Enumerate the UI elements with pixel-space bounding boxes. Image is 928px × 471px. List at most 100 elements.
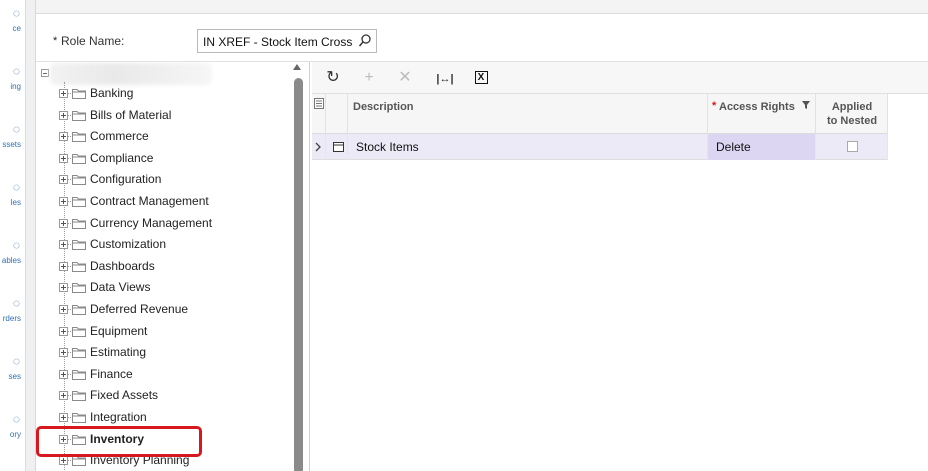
expand-node-toggle[interactable] <box>59 326 68 336</box>
nav-item-label: ssets <box>2 140 21 149</box>
description-column-header[interactable]: Description <box>348 94 708 134</box>
expand-node-toggle[interactable] <box>59 305 68 314</box>
tree-item-customization[interactable]: Customization <box>36 234 298 255</box>
applied-to-nested-cell[interactable] <box>816 134 888 160</box>
fit-width-icon: |↔| <box>436 73 454 85</box>
row-expand-cell[interactable] <box>312 134 326 160</box>
description-cell[interactable]: Stock Items <box>348 134 708 160</box>
role-name-field[interactable]: IN XREF - Stock Item Cross R <box>197 29 377 53</box>
nav-item-label: ses <box>8 372 21 381</box>
plus-icon: + <box>364 69 374 86</box>
tree-item-commerce[interactable]: Commerce <box>36 126 298 147</box>
tree-item-compliance[interactable]: Compliance <box>36 148 298 169</box>
collapse-root-toggle[interactable] <box>41 69 49 77</box>
receivables-icon: ◌ <box>12 238 20 252</box>
grid-toolbar: ↻ + ✕ |↔| X <box>312 62 928 94</box>
inventory-highlight-frame <box>36 426 202 457</box>
folder-icon <box>72 283 86 294</box>
expand-node-toggle[interactable] <box>59 132 68 142</box>
tree-item-contract-management[interactable]: Contract Management <box>36 191 298 212</box>
folder-icon <box>72 89 86 99</box>
nav-item-4[interactable]: ◌ ables <box>0 238 25 278</box>
expand-node-toggle[interactable] <box>59 456 68 466</box>
access-rights-column-header[interactable]: * Access Rights <box>708 94 816 134</box>
expand-node-toggle[interactable] <box>59 413 68 422</box>
tree-item-equipment[interactable]: Equipment <box>36 321 298 342</box>
role-access-screen: * Role Name: IN XREF - Stock Item Cross … <box>35 0 928 471</box>
nav-item-label: rders <box>2 314 21 323</box>
search-icon[interactable] <box>358 33 372 49</box>
scroll-thumb[interactable] <box>294 78 303 471</box>
expand-node-toggle[interactable] <box>59 197 68 206</box>
expand-node-toggle[interactable] <box>59 153 68 163</box>
folder-icon <box>72 197 86 207</box>
grid-settings-cell[interactable] <box>312 94 326 134</box>
fit-to-screen-button[interactable]: |↔| <box>434 68 456 88</box>
tree-item-label: Data Views <box>90 280 151 295</box>
role-name-value[interactable]: IN XREF - Stock Item Cross R <box>203 35 353 49</box>
table-row[interactable]: Stock Items Delete <box>312 134 888 160</box>
expand-node-toggle[interactable] <box>59 283 68 293</box>
folder-icon <box>72 261 86 272</box>
refresh-button[interactable]: ↻ <box>322 68 344 88</box>
nav-item-label: ing <box>10 82 21 91</box>
nav-item-7[interactable]: ◌ ory <box>0 412 25 452</box>
folder-icon <box>72 413 86 423</box>
tree-item-label: Commerce <box>90 129 149 144</box>
expand-node-toggle[interactable] <box>59 348 68 358</box>
folder-icon <box>72 348 86 359</box>
folder-icon <box>72 218 86 229</box>
nav-item-5[interactable]: ◌ rders <box>0 296 25 336</box>
add-row-button[interactable]: + <box>358 68 380 88</box>
tree-item-configuration[interactable]: Configuration <box>36 169 298 190</box>
nav-item-1[interactable]: ◌ ing <box>0 64 25 104</box>
role-name-label: Role Name: <box>61 34 125 48</box>
expand-node-toggle[interactable] <box>59 218 68 228</box>
assets-icon: ◌ <box>12 122 20 136</box>
nav-item-2[interactable]: ◌ ssets <box>0 122 25 162</box>
applied-to-nested-column-header[interactable]: Applied to Nested <box>816 94 888 134</box>
scroll-up-arrow[interactable] <box>293 64 301 70</box>
tree-item-label: Banking <box>90 86 134 100</box>
export-excel-button[interactable]: X <box>470 68 492 88</box>
expand-node-toggle[interactable] <box>59 175 68 185</box>
nav-item-label: ables <box>1 256 21 265</box>
tree-item-integration[interactable]: Integration <box>36 407 298 428</box>
tree-item-estimating[interactable]: Estimating <box>36 342 298 363</box>
filter-icon[interactable] <box>802 101 810 109</box>
tree-item-label: Finance <box>90 366 133 381</box>
tree-item-banking[interactable]: Banking <box>36 83 298 104</box>
required-mark: * <box>53 35 58 47</box>
expand-node-toggle[interactable] <box>59 89 68 98</box>
row-type-cell <box>326 134 348 160</box>
folder-icon <box>72 369 86 380</box>
tree-scrollbar[interactable] <box>292 62 304 471</box>
tree-item-data-views[interactable]: Data Views <box>36 277 298 298</box>
tree-root-node[interactable] <box>50 63 212 85</box>
tree-item-finance[interactable]: Finance <box>36 364 298 385</box>
expand-node-toggle[interactable] <box>59 240 68 250</box>
nav-gutter <box>26 0 35 471</box>
folder-icon <box>72 132 86 143</box>
tree-item-bills-of-material[interactable]: Bills of Material <box>36 105 298 126</box>
grid-settings-icon[interactable] <box>314 98 324 109</box>
tree-item-currency-management[interactable]: Currency Management <box>36 213 298 234</box>
access-rights-cell[interactable]: Delete <box>708 134 816 160</box>
chevron-right-icon[interactable] <box>315 142 322 152</box>
tree-item-dashboards[interactable]: Dashboards <box>36 256 298 277</box>
expand-node-toggle[interactable] <box>59 369 68 379</box>
tree-item-deferred-revenue[interactable]: Deferred Revenue <box>36 299 298 320</box>
nav-item-0[interactable]: ◌ ce <box>0 6 25 46</box>
screen-icon <box>333 142 344 152</box>
expand-node-toggle[interactable] <box>59 110 68 120</box>
tree-item-fixed-assets[interactable]: Fixed Assets <box>36 385 298 406</box>
tree-item-label: Fixed Assets <box>90 388 159 403</box>
expand-node-toggle[interactable] <box>59 261 68 271</box>
workspace-icon: ◌ <box>12 6 20 20</box>
delete-row-button[interactable]: ✕ <box>394 68 416 88</box>
expand-node-toggle[interactable] <box>59 391 68 401</box>
applied-to-nested-checkbox[interactable] <box>847 141 858 152</box>
nav-item-3[interactable]: ◌ les <box>0 180 25 220</box>
nav-item-label: ce <box>12 24 21 33</box>
nav-item-6[interactable]: ◌ ses <box>0 354 25 394</box>
